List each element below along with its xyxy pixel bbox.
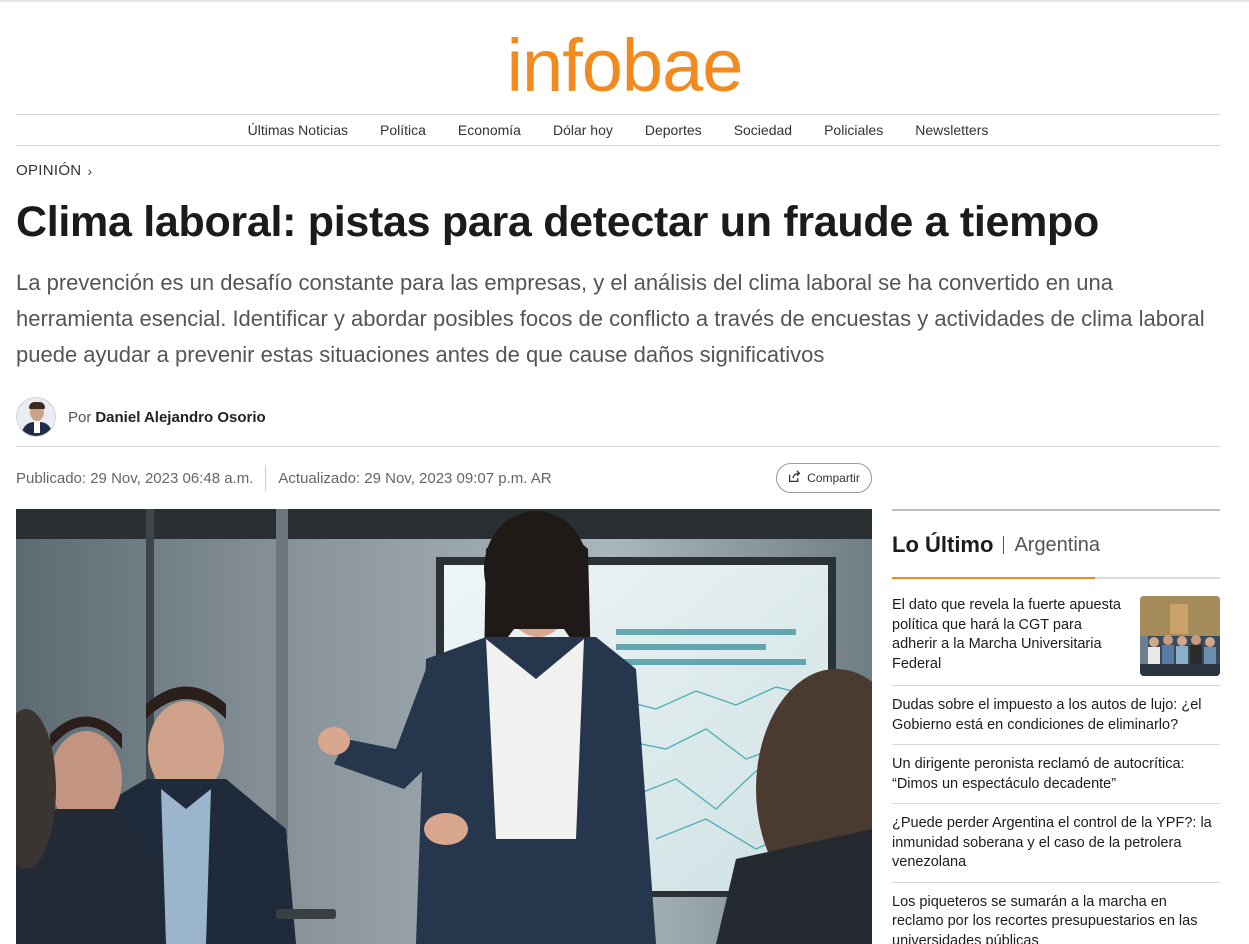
sidebar-accent-bar [892,577,1095,579]
author-prefix: Por [68,408,92,426]
list-item[interactable]: El dato que revela la fuerte apuesta pol… [892,579,1220,686]
nav-item-economia[interactable]: Economía [458,122,521,138]
byline-divider [16,446,1220,447]
main-nav: Últimas Noticias Política Economía Dólar… [16,114,1220,146]
nav-item-newsletters[interactable]: Newsletters [915,122,988,138]
sidebar-subtitle: Argentina [1014,533,1101,556]
share-button[interactable]: Compartir [776,463,872,493]
author-name-link[interactable]: Daniel Alejandro Osorio [95,409,265,426]
article-dates: Publicado: 29 Nov, 2023 06:48 a.m. Actua… [16,465,552,491]
sidebar-underline [892,577,1220,579]
nav-item-dolar-hoy[interactable]: Dólar hoy [553,122,613,138]
latest-news-sidebar: Lo Último Argentina El dato que revela l… [892,509,1220,944]
sidebar-title: Lo Último [892,532,994,557]
list-item[interactable]: Los piqueteros se sumarán a la marcha en… [892,883,1220,944]
site-logo[interactable]: infobae [0,26,1249,106]
nav-item-deportes[interactable]: Deportes [645,122,702,138]
dates-separator [265,465,267,491]
logo-link[interactable]: infobae [507,24,744,107]
article-hero-image [16,509,872,944]
updated-date: Actualizado: 29 Nov, 2023 09:07 p.m. AR [278,469,552,487]
list-item-thumbnail[interactable] [1140,596,1220,676]
nav-item-sociedad[interactable]: Sociedad [734,122,792,138]
article-headline: Clima laboral: pistas para detectar un f… [16,198,1099,246]
list-item-title[interactable]: El dato que revela la fuerte apuesta pol… [892,596,1130,676]
author-byline: Por Daniel Alejandro Osorio [16,397,266,437]
article-deck: La prevención es un desafío constante pa… [16,270,1205,367]
share-label: Compartir [807,471,860,485]
list-item[interactable]: Dudas sobre el impuesto a los autos de l… [892,686,1220,745]
nav-item-politica[interactable]: Política [380,122,426,138]
sidebar-header: Lo Último Argentina [892,511,1220,577]
nav-item-ultimas-noticias[interactable]: Últimas Noticias [248,122,348,138]
sidebar-title-separator [1003,536,1005,554]
author-avatar[interactable] [16,397,56,437]
section-label: OPINIÓN [16,162,82,179]
chevron-right-icon: › [87,162,93,179]
list-item[interactable]: Un dirigente peronista reclamó de autocr… [892,745,1220,804]
list-item-title[interactable]: Dudas sobre el impuesto a los autos de l… [892,696,1220,735]
section-link[interactable]: OPINIÓN › [16,162,92,179]
list-item-title[interactable]: Los piqueteros se sumarán a la marcha en… [892,893,1220,944]
published-date: Publicado: 29 Nov, 2023 06:48 a.m. [16,469,254,487]
nav-item-policiales[interactable]: Policiales [824,122,883,138]
list-item-title[interactable]: Un dirigente peronista reclamó de autocr… [892,755,1220,794]
share-icon [788,470,801,486]
top-border [0,0,1249,2]
list-item-title[interactable]: ¿Puede perder Argentina el control de la… [892,814,1220,873]
list-item[interactable]: ¿Puede perder Argentina el control de la… [892,804,1220,883]
